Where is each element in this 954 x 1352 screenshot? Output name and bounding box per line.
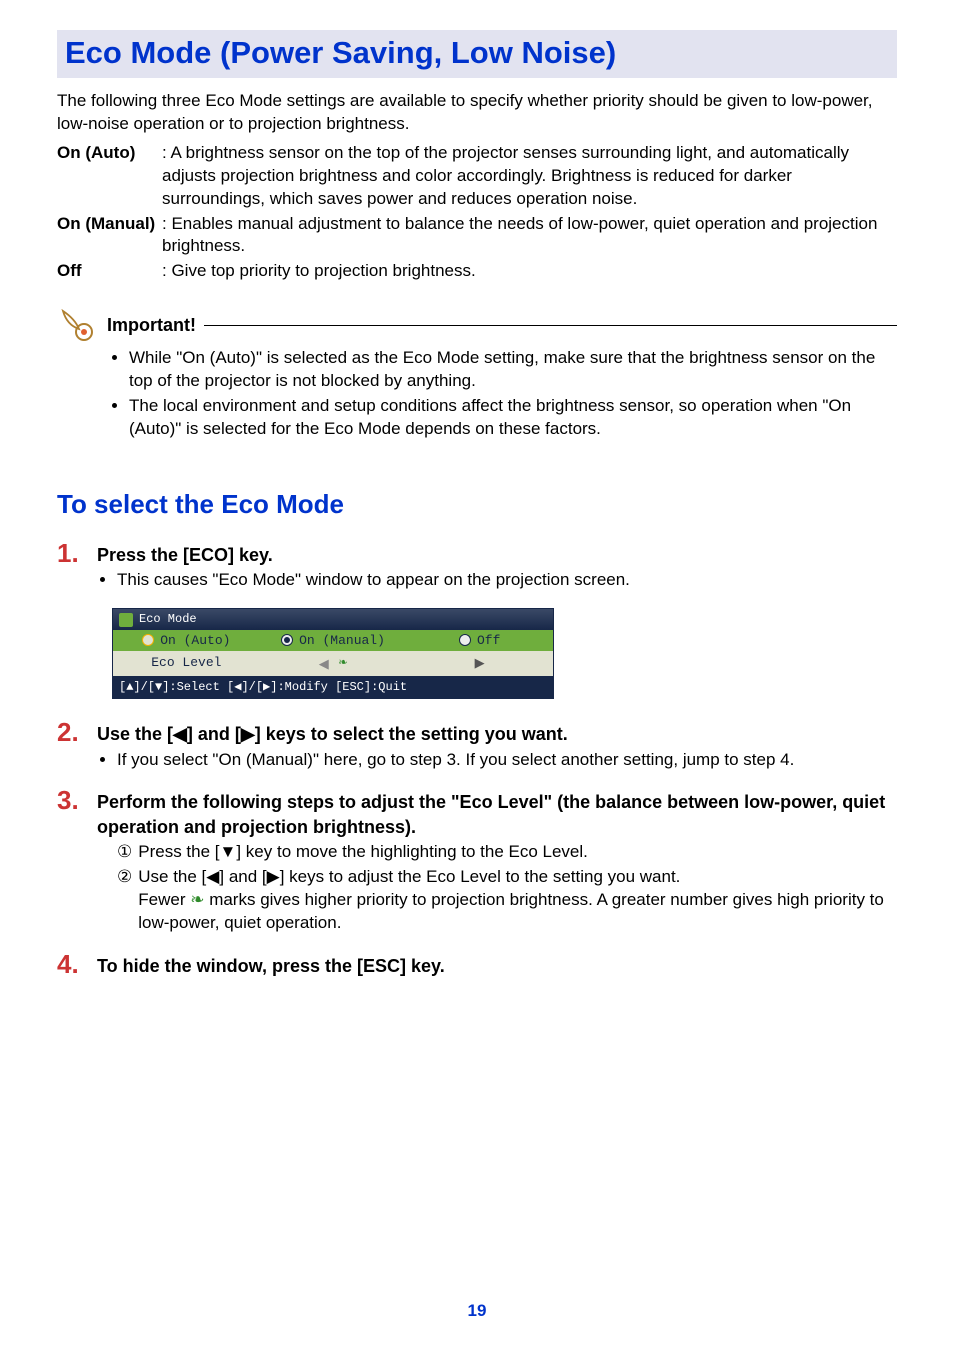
definition-desc: : A brightness sensor on the top of the … <box>162 142 897 211</box>
step-3: 3. Perform the following steps to adjust… <box>57 787 897 936</box>
page-number: 19 <box>0 1300 954 1323</box>
radio-icon <box>281 634 293 646</box>
radio-icon <box>142 634 154 646</box>
eco-level-row: Eco Level ◀ ❧ ▶ <box>113 651 553 676</box>
definition-term: On (Auto) <box>57 142 162 211</box>
definition-term: On (Manual) <box>57 213 162 259</box>
step-number: 1. <box>57 540 97 594</box>
window-title: Eco Mode <box>139 611 197 627</box>
main-heading: Eco Mode (Power Saving, Low Noise) <box>65 35 616 70</box>
definition-term: Off <box>57 260 162 283</box>
substep: ① Press the [▼] key to move the highligh… <box>117 841 897 864</box>
step-title: To hide the window, press the [ESC] key. <box>97 954 897 978</box>
eco-level-slider: ◀ ❧ <box>260 654 407 673</box>
triangle-left-icon: ◀ <box>173 724 187 744</box>
option-label: On (Manual) <box>299 632 385 650</box>
step-number: 2. <box>57 719 97 773</box>
window-titlebar: Eco Mode <box>113 609 553 629</box>
definition-desc: : Give top priority to projection bright… <box>162 260 897 283</box>
important-label: Important! <box>107 313 196 337</box>
step-4: 4. To hide the window, press the [ESC] k… <box>57 951 897 980</box>
definition-desc: : Enables manual adjustment to balance t… <box>162 213 897 259</box>
main-heading-block: Eco Mode (Power Saving, Low Noise) <box>57 30 897 78</box>
definition-row: On (Auto) : A brightness sensor on the t… <box>57 142 897 211</box>
eco-level-label: Eco Level <box>113 654 260 673</box>
window-footer: [▲]/[▼]:Select [◀]/[▶]:Modify [ESC]:Quit <box>113 676 553 698</box>
horizontal-rule <box>204 325 897 326</box>
triangle-right-icon: ▶ <box>406 654 553 673</box>
important-box: Important! While "On (Auto)" is selected… <box>57 305 897 441</box>
eco-mode-window: Eco Mode On (Auto) On (Manual) Off Eco L… <box>112 608 554 699</box>
triangle-left-icon: ◀ <box>319 655 329 673</box>
triangle-left-icon: ◀ <box>206 867 219 886</box>
triangle-right-icon: ▶ <box>241 724 255 744</box>
option-on-auto: On (Auto) <box>113 632 260 650</box>
step-title: Use the [◀] and [▶] keys to select the s… <box>97 722 897 746</box>
important-icon <box>57 305 97 345</box>
option-label: Off <box>477 632 500 650</box>
definition-row: Off : Give top priority to projection br… <box>57 260 897 283</box>
circled-number-icon: ② <box>117 866 132 935</box>
option-on-manual: On (Manual) <box>260 632 407 650</box>
substep: ② Use the [◀] and [▶] keys to adjust the… <box>117 866 897 935</box>
step-2: 2. Use the [◀] and [▶] keys to select th… <box>57 719 897 773</box>
step-number: 4. <box>57 951 97 980</box>
substep-text: Press the [▼] key to move the highlighti… <box>138 841 588 864</box>
substep-text: Use the [◀] and [▶] keys to adjust the E… <box>138 866 897 935</box>
step-bullet: If you select "On (Manual)" here, go to … <box>117 749 897 772</box>
leaf-icon <box>119 613 133 627</box>
step-number: 3. <box>57 787 97 936</box>
radio-icon <box>459 634 471 646</box>
step-title: Perform the following steps to adjust th… <box>97 790 897 839</box>
option-label: On (Auto) <box>160 632 230 650</box>
intro-text: The following three Eco Mode settings ar… <box>57 90 897 136</box>
option-row: On (Auto) On (Manual) Off <box>113 630 553 652</box>
important-item: While "On (Auto)" is selected as the Eco… <box>129 347 897 393</box>
leaf-icon: ❧ <box>190 890 204 909</box>
definition-row: On (Manual) : Enables manual adjustment … <box>57 213 897 259</box>
triangle-down-icon: ▼ <box>220 842 237 861</box>
circled-number-icon: ① <box>117 841 132 864</box>
subheading: To select the Eco Mode <box>57 487 897 522</box>
step-bullet: This causes "Eco Mode" window to appear … <box>117 569 897 592</box>
leaf-icon: ❧ <box>339 654 347 673</box>
step-1: 1. Press the [ECO] key. This causes "Eco… <box>57 540 897 594</box>
important-item: The local environment and setup conditio… <box>129 395 897 441</box>
triangle-right-icon: ▶ <box>267 867 280 886</box>
option-off: Off <box>406 632 553 650</box>
step-title: Press the [ECO] key. <box>97 543 897 567</box>
